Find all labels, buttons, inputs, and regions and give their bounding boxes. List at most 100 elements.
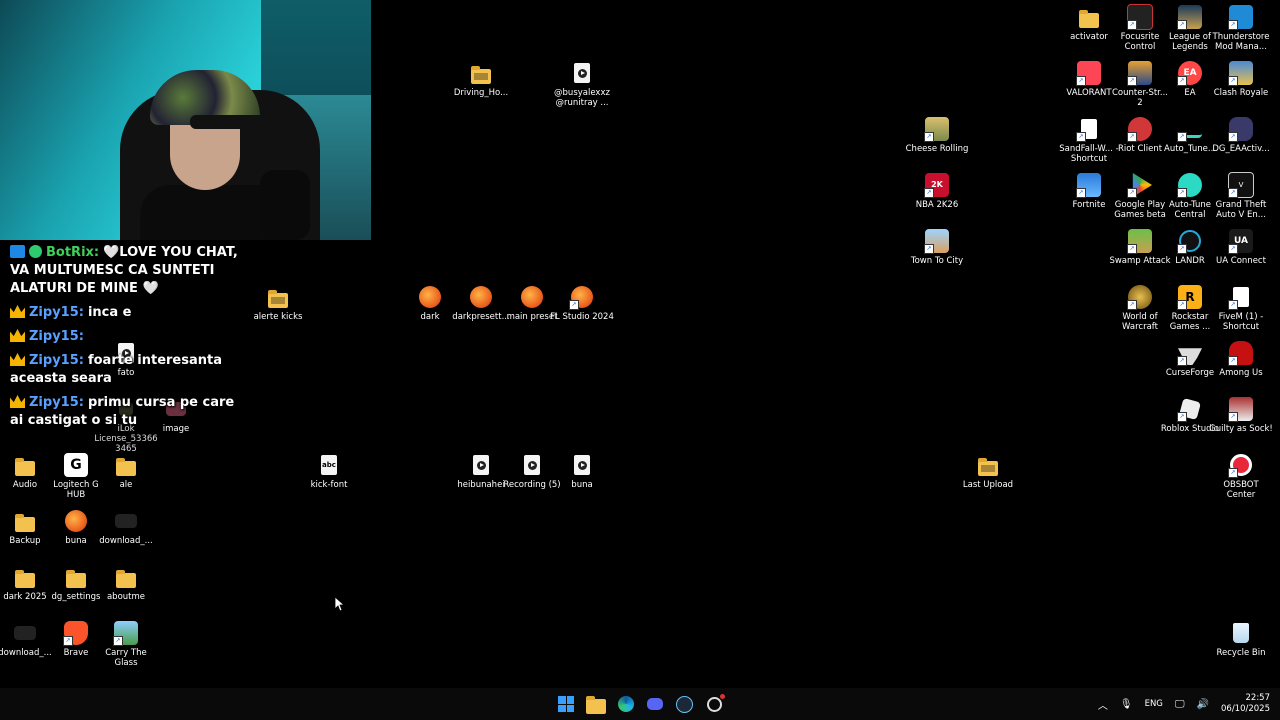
tray-overflow-chevron-icon[interactable]: ︿ [1098,697,1108,712]
crown-badge-icon [10,395,25,408]
stream-chat-overlay: BotRix: 🤍LOVE YOU CHAT, VA MULTUMESC CA S… [10,244,250,436]
discord-icon [647,698,663,710]
crown-badge-icon [10,353,25,366]
curseforge-icon: ↗ [1177,340,1203,366]
chat-message: Zipy15: inca e [10,304,250,322]
obsbot-icon: ↗ [1228,452,1254,478]
desktop-app-fl-studio-2024[interactable]: ↗ FL Studio 2024 [550,284,614,322]
file-explorer-icon [586,695,606,714]
desktop-app-obsbot-center[interactable]: ↗ OBSBOT Center [1209,452,1273,500]
desktop-app-carry-the-glass[interactable]: ↗ Carry The Glass [94,620,158,668]
chat-text: inca e [87,305,132,320]
game-icon: ↗ [924,228,950,254]
chat-username: BotRix: [46,245,100,260]
ea-icon: EA ↗ [1177,60,1203,86]
counter-strike-icon: ↗ [1127,60,1153,86]
desktop-app-town-to-city[interactable]: ↗ Town To City [905,228,969,266]
folder-icon [1076,4,1102,30]
icon-label: alerte kicks [253,312,303,322]
system-tray: ︿ 🎙 ENG 🖵 🔊 22:57 06/10/2025 [1098,688,1270,720]
crown-badge-icon [10,305,25,318]
desktop-app-thunderstore[interactable]: ↗ Thunderstore Mod Mana... [1209,4,1273,52]
desktop-app-clash-royale[interactable]: ↗ Clash Royale [1209,60,1273,98]
desktop-app-ua-connect[interactable]: UA ↗ UA Connect [1209,228,1273,266]
chat-username: Zipy15: [29,353,84,368]
icon-label: FL Studio 2024 [550,312,614,322]
desktop-app-guilty-as-sock[interactable]: ↗ Guilty as Sock! [1209,396,1273,434]
game-icon: ↗ [1228,396,1254,422]
document-icon: ↗ [1228,284,1254,310]
icon-label: OBSBOT Center [1223,480,1259,500]
folder-icon [63,564,89,590]
start-button[interactable] [554,692,578,716]
microphone-icon[interactable]: 🎙 [1120,699,1133,710]
desktop-app-fivem[interactable]: ↗ FiveM (1) - Shortcut [1209,284,1273,332]
chat-message: Zipy15: [10,328,250,346]
taskbar-discord[interactable] [643,692,667,716]
desktop-folder-driving-ho[interactable]: Driving_Ho... [449,60,513,98]
icon-label: NBA 2K26 [915,200,959,210]
folder-icon [12,508,38,534]
chat-username: Zipy15: [29,395,84,410]
fl-studio-icon [417,284,443,310]
icon-label: Cheese Rolling [905,144,969,154]
fl-studio-icon [63,508,89,534]
folder-icon [265,284,291,310]
taskbar-steam[interactable] [672,692,696,716]
desktop-file-buna[interactable]: buna [550,452,614,490]
fl-studio-icon [468,284,494,310]
desktop-app-cheese-rolling[interactable]: ↗ Cheese Rolling [905,116,969,154]
focusrite-icon: ↗ [1127,4,1153,30]
chat-message: Zipy15: foarte interesanta aceasta seara [10,352,250,388]
volume-icon[interactable]: 🔊 [1197,699,1209,710]
folder-icon [113,452,139,478]
icon-label: Town To City [910,256,964,266]
edge-icon [618,696,634,712]
auto-tune-central-icon: ↗ [1177,172,1203,198]
icon-label: FiveM (1) - Shortcut [1218,312,1264,332]
icon-label: Carry The Glass [105,648,147,668]
taskbar-edge[interactable] [614,692,638,716]
google-play-icon: ↗ [1127,172,1153,198]
desktop-folder-alerte-kicks[interactable]: alerte kicks [246,284,310,322]
desktop-app-nba-2k26[interactable]: 2K ↗ NBA 2K26 [905,172,969,210]
icon-label: Grand Theft Auto V En... [1215,200,1267,220]
folder-icon [975,452,1001,478]
icon-label: Recycle Bin [1216,648,1266,658]
desktop-folder-aboutme[interactable]: aboutme [94,564,158,602]
document-icon: ↗ [1076,116,1102,142]
desktop-app-gta-v[interactable]: V ↗ Grand Theft Auto V En... [1209,172,1273,220]
obs-icon [706,693,725,712]
desktop-app-among-us[interactable]: ↗ Among Us [1209,340,1273,378]
taskbar-obs[interactable] [702,692,726,716]
auto-tune-icon: ↗ [1177,116,1203,142]
desktop-file-download-1[interactable]: download_... [94,508,158,546]
desktop-file-kick-font[interactable]: abc kick-font [297,452,361,490]
network-icon[interactable]: 🖵 [1175,699,1185,710]
desktop-folder-ale[interactable]: ale [94,452,158,490]
icon-label: Guilty as Sock! [1209,424,1273,434]
clash-royale-icon: ↗ [1228,60,1254,86]
desktop-app-dg-eaactiv[interactable]: ↗ DG_EAActiv... [1209,116,1273,154]
steam-icon [675,695,693,713]
icon-label: @busyalexxz @runitray ... [554,88,610,108]
among-us-icon: ↗ [1228,340,1254,366]
clock-date: 06/10/2025 [1221,704,1270,714]
windows-icon [558,696,574,712]
icon-label: download_... [99,536,153,546]
language-indicator[interactable]: ENG [1145,699,1163,709]
icon-label: kick-font [310,480,348,490]
clock[interactable]: 22:57 06/10/2025 [1221,693,1270,715]
taskbar-file-explorer[interactable] [584,692,608,716]
folder-icon [113,564,139,590]
desktop-recycle-bin[interactable]: Recycle Bin [1209,620,1273,658]
icon-label: Last Upload [962,480,1014,490]
verified-badge-icon [29,245,42,258]
desktop-file-busyalexxz[interactable]: @busyalexxz @runitray ... [550,60,614,108]
recycle-bin-icon [1228,620,1254,646]
desktop-folder-last-upload[interactable]: Last Upload [956,452,1020,490]
image-file-icon [113,508,139,534]
icon-label: Driving_Ho... [453,88,509,98]
crown-badge-icon [10,329,25,342]
icon-label: aboutme [106,592,146,602]
